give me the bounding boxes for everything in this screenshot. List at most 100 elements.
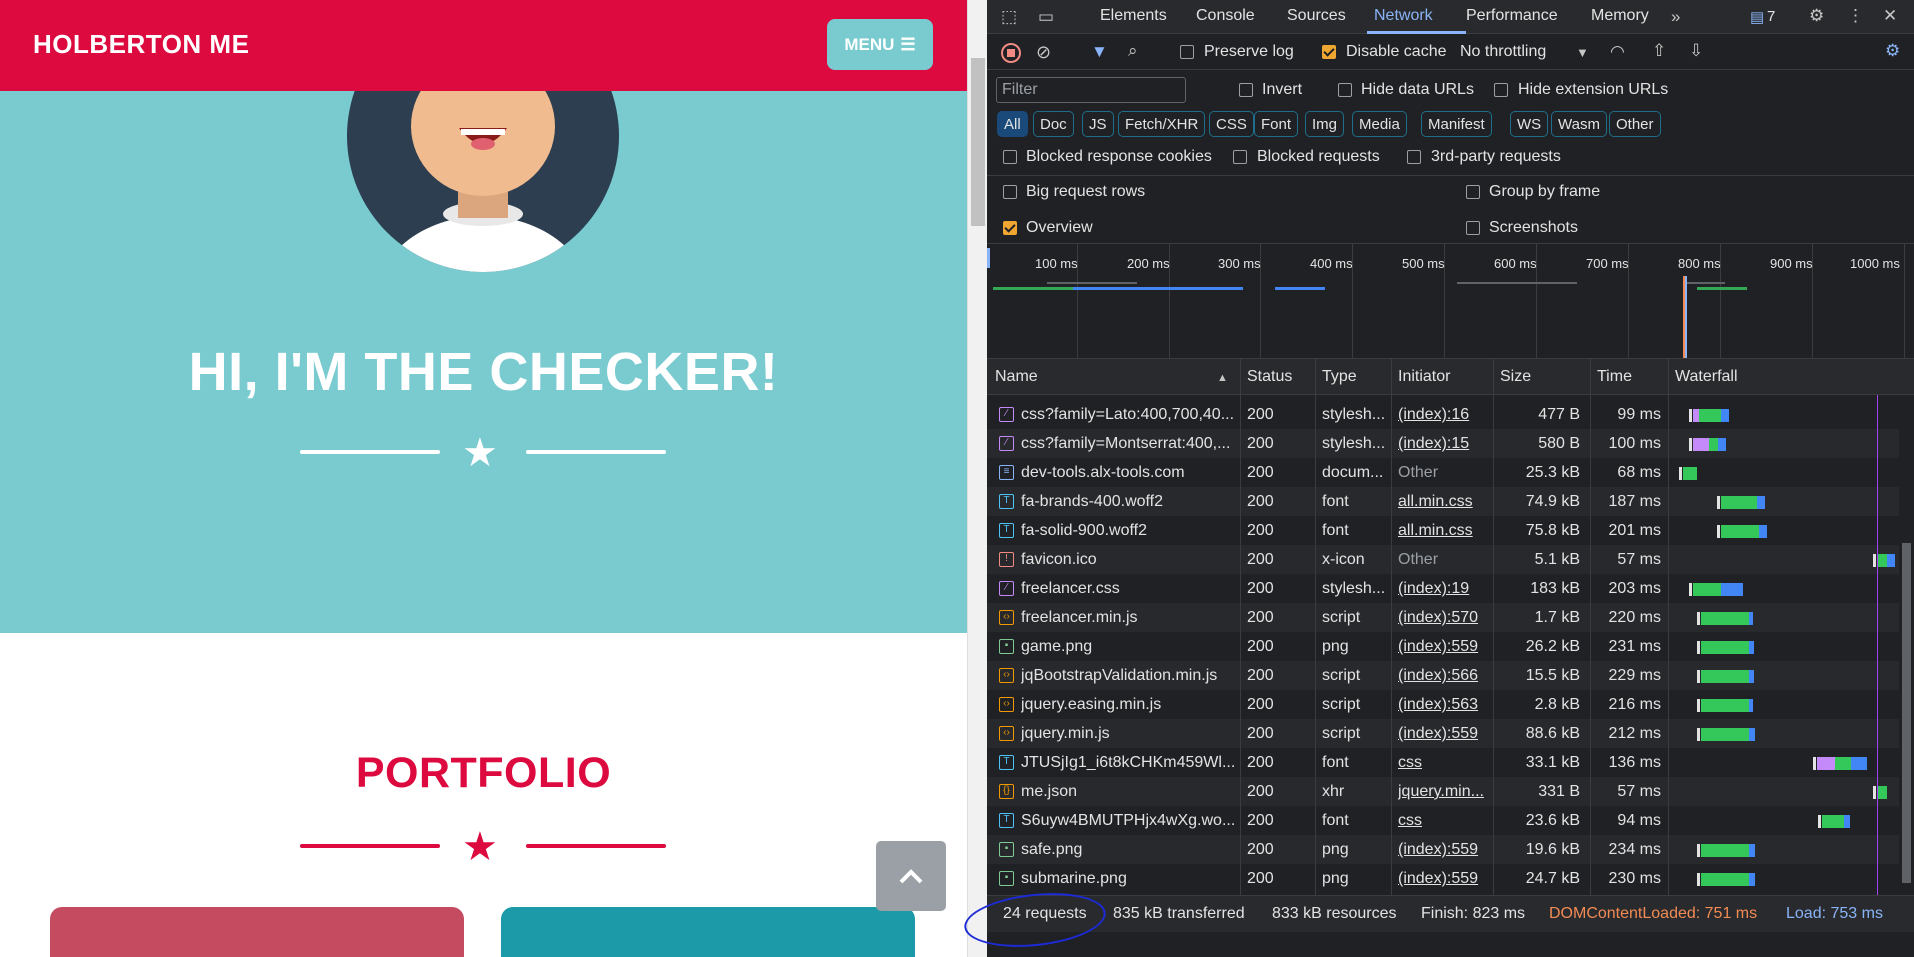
table-row[interactable]: ! favicon.ico 200 x-icon Other 5.1 kB 57 ms xyxy=(987,545,1902,574)
tab-sources[interactable]: Sources xyxy=(1287,7,1346,25)
table-row[interactable]: T S6uyw4BMUTPHjx4wXg.wo... 200 font css 23.6 … xyxy=(987,806,1902,835)
cell-initiator[interactable]: (index):563 xyxy=(1398,690,1490,719)
cell-initiator[interactable]: (index):559 xyxy=(1398,864,1490,893)
filter-font[interactable]: Font xyxy=(1254,111,1299,137)
inspect-element-icon[interactable]: ⬚ xyxy=(1001,7,1017,27)
table-row[interactable]: ▪ safe.png 200 png (index):559 19.6 kB 234 ms xyxy=(987,835,1902,864)
portfolio-card[interactable] xyxy=(501,907,915,957)
filter-other[interactable]: Other xyxy=(1609,111,1661,137)
table-row[interactable]: ⁄ css?family=Montserrat:400,... 200 stylesh… xyxy=(987,429,1902,458)
blocked-requests-checkbox[interactable] xyxy=(1233,150,1247,164)
table-scrollbar[interactable] xyxy=(1899,395,1914,895)
tab-network[interactable]: Network xyxy=(1374,7,1433,25)
table-row[interactable]: ⁄ freelancer.css 200 stylesh... (index):19 18… xyxy=(987,574,1902,603)
scrollbar-thumb[interactable] xyxy=(1902,543,1911,883)
cell-initiator[interactable]: all.min.css xyxy=(1398,516,1490,545)
filter-css[interactable]: CSS xyxy=(1209,111,1254,137)
cell-initiator[interactable]: (index):15 xyxy=(1398,429,1490,458)
export-har-icon[interactable]: ⇩ xyxy=(1689,41,1703,61)
clear-icon[interactable]: ⊘ xyxy=(1036,42,1051,62)
filter-ws[interactable]: WS xyxy=(1510,111,1549,137)
record-stop-icon[interactable] xyxy=(1001,43,1021,63)
filter-icon[interactable]: ▼ xyxy=(1091,42,1108,62)
big-request-rows-checkbox[interactable] xyxy=(1003,185,1017,199)
cell-initiator[interactable]: (index):559 xyxy=(1398,719,1490,748)
tab-console[interactable]: Console xyxy=(1196,7,1255,25)
table-row[interactable]: ⁄ css?family=Lato:400,700,40... 200 stylesh… xyxy=(987,400,1902,429)
messages-count[interactable]: 7 xyxy=(1767,8,1775,25)
column-size[interactable]: Size xyxy=(1500,368,1531,386)
tab-memory[interactable]: Memory xyxy=(1591,7,1649,25)
filter-manifest[interactable]: Manifest xyxy=(1421,111,1492,137)
hide-extension-urls-checkbox[interactable] xyxy=(1494,83,1508,97)
table-row[interactable]: ▪ game.png 200 png (index):559 26.2 kB 231 ms xyxy=(987,632,1902,661)
kebab-menu-icon[interactable]: ⋮ xyxy=(1847,6,1864,26)
blocked-response-cookies-checkbox[interactable] xyxy=(1003,150,1017,164)
screenshots-checkbox[interactable] xyxy=(1466,221,1480,235)
throttling-select[interactable]: No throttling xyxy=(1460,43,1546,61)
portfolio-card[interactable] xyxy=(50,907,464,957)
cell-initiator[interactable]: (index):566 xyxy=(1398,661,1490,690)
column-type[interactable]: Type xyxy=(1322,368,1357,386)
table-row[interactable]: ‹› freelancer.min.js 200 script (index):570 1… xyxy=(987,603,1902,632)
cell-initiator[interactable]: (index):559 xyxy=(1398,632,1490,661)
cell-type: stylesh... xyxy=(1322,580,1386,597)
table-row[interactable]: ▪ submarine.png 200 png (index):559 24.7 kB 23… xyxy=(987,864,1902,893)
settings-gear-icon[interactable]: ⚙ xyxy=(1809,6,1824,26)
cell-initiator[interactable]: jquery.min... xyxy=(1398,777,1490,806)
third-party-checkbox[interactable] xyxy=(1407,150,1421,164)
close-icon[interactable]: ✕ xyxy=(1883,6,1897,26)
device-toolbar-icon[interactable]: ▭ xyxy=(1038,7,1054,27)
tab-performance[interactable]: Performance xyxy=(1466,7,1558,25)
overview-start-handle[interactable] xyxy=(987,248,990,268)
scrollbar-thumb[interactable] xyxy=(971,58,985,226)
table-row[interactable]: ‹› jquery.min.js 200 script (index):559 88.6 … xyxy=(987,719,1902,748)
filter-media[interactable]: Media xyxy=(1352,111,1407,137)
cell-initiator[interactable]: css xyxy=(1398,806,1490,835)
table-row[interactable]: Tfa-brands-400.woff2 200 font all.min.css 74… xyxy=(987,487,1902,516)
filter-fetch-xhr[interactable]: Fetch/XHR xyxy=(1118,111,1206,137)
network-overview-timeline[interactable]: 100 ms 200 ms 300 ms 400 ms 500 ms 600 m… xyxy=(987,243,1914,358)
search-icon[interactable]: ⌕ xyxy=(1128,41,1138,61)
column-initiator[interactable]: Initiator xyxy=(1398,368,1450,386)
page-scrollbar[interactable] xyxy=(967,0,987,957)
table-row[interactable]: ‹› jqBootstrapValidation.min.js 200 script (… xyxy=(987,661,1902,690)
table-row[interactable]: ≡ dev-tools.alx-tools.com 200 docum... Other… xyxy=(987,458,1902,487)
hide-data-urls-checkbox[interactable] xyxy=(1338,83,1352,97)
filter-js[interactable]: JS xyxy=(1082,111,1114,137)
filter-wasm[interactable]: Wasm xyxy=(1551,111,1607,137)
network-conditions-icon[interactable]: ◠ xyxy=(1610,42,1625,62)
column-status[interactable]: Status xyxy=(1247,368,1292,386)
import-har-icon[interactable]: ⇧ xyxy=(1652,41,1666,61)
cell-initiator[interactable]: all.min.css xyxy=(1398,487,1490,516)
brand-logo[interactable]: HOLBERTON ME xyxy=(33,29,249,60)
table-row[interactable]: {} me.json 200 xhr jquery.min... 331 B 57 ms xyxy=(987,777,1902,806)
filter-input[interactable]: Filter xyxy=(996,77,1186,103)
cell-initiator[interactable]: (index):570 xyxy=(1398,603,1490,632)
cell-initiator[interactable]: (index):559 xyxy=(1398,835,1490,864)
disable-cache-checkbox[interactable] xyxy=(1322,45,1336,59)
cell-initiator[interactable]: css xyxy=(1398,748,1490,777)
messages-icon[interactable]: ▤ xyxy=(1750,8,1764,28)
filter-doc[interactable]: Doc xyxy=(1033,111,1074,137)
table-row[interactable]: ‹› jquery.easing.min.js 200 script (index):5… xyxy=(987,690,1902,719)
menu-button[interactable]: MENU ☰ xyxy=(827,19,933,70)
cell-initiator[interactable]: (index):19 xyxy=(1398,574,1490,603)
more-tabs-icon[interactable]: » xyxy=(1671,7,1680,27)
group-by-frame-checkbox[interactable] xyxy=(1466,185,1480,199)
table-row[interactable]: T JTUSjIg1_i6t8kCHKm459Wl... 200 font css 33.… xyxy=(987,748,1902,777)
filter-img[interactable]: Img xyxy=(1305,111,1345,137)
column-name[interactable]: Name xyxy=(995,368,1038,386)
invert-checkbox[interactable] xyxy=(1239,83,1253,97)
cell-initiator[interactable]: (index):16 xyxy=(1398,400,1490,429)
column-time[interactable]: Time xyxy=(1597,368,1632,386)
table-row[interactable]: Tfa-solid-900.woff2 200 font all.min.css 75.… xyxy=(987,516,1902,545)
column-waterfall[interactable]: Waterfall xyxy=(1675,368,1738,386)
filter-all[interactable]: All xyxy=(997,111,1028,137)
overview-checkbox[interactable] xyxy=(1003,221,1017,235)
preserve-log-checkbox[interactable] xyxy=(1180,45,1194,59)
network-settings-gear-icon[interactable]: ⚙ xyxy=(1885,41,1900,61)
scroll-to-top-button[interactable] xyxy=(876,841,946,911)
chevron-down-icon[interactable]: ▼ xyxy=(1576,43,1589,63)
tab-elements[interactable]: Elements xyxy=(1100,7,1167,25)
